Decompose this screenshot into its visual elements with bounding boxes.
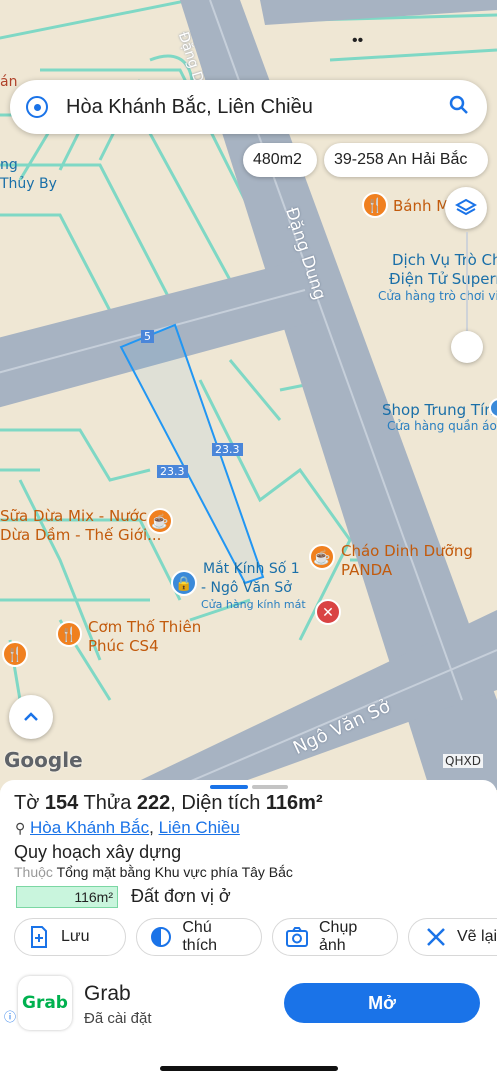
grab-logo: Grab — [18, 976, 72, 1030]
save-label: Lưu — [61, 928, 90, 945]
legend-button[interactable]: Chú thích — [136, 918, 262, 956]
chevron-up-icon — [24, 712, 38, 721]
restaurant-icon[interactable]: 🍴 — [56, 621, 82, 647]
poi-name[interactable]: PANDA — [341, 561, 392, 579]
poi-name[interactable]: Dịch Vụ Trò Chơ — [392, 251, 497, 269]
marker-icon[interactable]: ✕ — [315, 599, 341, 625]
poi-name[interactable]: Sữa Dừa Mix - Nước — [0, 507, 147, 525]
redraw-icon — [425, 925, 447, 949]
account-icon[interactable] — [26, 96, 48, 118]
cafe-icon[interactable]: ☕ — [309, 544, 335, 570]
ad-banner[interactable]: Grab ⓘ Grab Đã cài đặt Mở — [0, 966, 497, 1040]
camera-icon — [285, 925, 309, 949]
redraw-label: Vẽ lại — [457, 928, 497, 945]
zone-name: Đất đơn vị ở — [131, 886, 231, 906]
ad-subtitle: Đã cài đặt — [84, 1010, 152, 1027]
home-indicator[interactable] — [160, 1066, 338, 1071]
cafe-icon[interactable]: ☕ — [147, 508, 173, 534]
location-separator: , — [149, 818, 154, 837]
poi-name[interactable]: Shop Trung Tín — [382, 401, 494, 419]
contrast-icon — [149, 925, 172, 949]
poi-fragment: ng — [0, 157, 18, 173]
address-chip[interactable]: 39-258 An Hải Bắc — [324, 143, 488, 177]
google-logo: Google — [4, 748, 83, 772]
poi-name[interactable]: Phúc CS4 — [88, 637, 159, 655]
plan-belongs: Thuộc Tổng mặt bằng Khu vực phía Tây Bắc — [14, 864, 293, 880]
restaurant-icon[interactable]: 🍴 — [362, 192, 388, 218]
page-indicator — [210, 785, 248, 789]
plan-title: Quy hoạch xây dựng — [14, 842, 182, 862]
poi-name[interactable]: - Ngô Văn Sở — [201, 580, 292, 596]
poi-subtitle: Cửa hàng kính mát — [201, 598, 306, 611]
opacity-slider-track[interactable] — [466, 232, 468, 342]
expand-button[interactable] — [9, 695, 53, 739]
shopping-bag-icon[interactable]: 🔒 — [171, 570, 197, 596]
poi-fragment: án — [0, 74, 18, 90]
ad-title: Grab — [84, 982, 131, 1005]
layers-icon — [455, 198, 477, 216]
ad-info-icon[interactable]: ⓘ — [4, 1008, 16, 1025]
parcel-location: ⚲ Hòa Khánh Bắc, Liên Chiều — [15, 818, 240, 838]
home-bar-area — [0, 1040, 497, 1080]
location-link[interactable]: Hòa Khánh Bắc — [30, 818, 149, 837]
poi-fragment: Thủy By — [0, 176, 57, 192]
qhxd-label: QHXD — [443, 754, 483, 768]
screenshot-button[interactable]: Chụp ảnh — [272, 918, 398, 956]
parcel-title: Tờ 154 Thửa 222, Diện tích 116m² — [14, 792, 323, 814]
search-input[interactable]: Hòa Khánh Bắc, Liên Chiều — [66, 96, 449, 119]
poi-name[interactable]: Điện Tử Superne — [389, 270, 497, 288]
poi-subtitle: Cửa hàng quần áo — [387, 419, 497, 433]
layers-button[interactable] — [445, 187, 487, 229]
status-icons: •• — [352, 32, 364, 49]
poi-subtitle: Cửa hàng trò chơi vide — [378, 289, 497, 303]
parcel-edge-label: 23.3 — [157, 465, 188, 478]
search-icon[interactable] — [449, 95, 469, 120]
search-bar[interactable]: Hòa Khánh Bắc, Liên Chiều — [10, 80, 487, 134]
zone-area-badge: 116m² — [16, 886, 118, 908]
poi-name[interactable]: Cháo Dinh Dưỡng — [341, 542, 473, 560]
location-link[interactable]: Liên Chiều — [159, 818, 240, 837]
poi-name[interactable]: Dừa Dầm - Thế Giới... — [0, 526, 161, 544]
save-button[interactable]: Lưu — [14, 918, 126, 956]
parcel-edge-label: 5 — [141, 330, 154, 343]
parcel-edge-label: 23.3 — [212, 443, 243, 456]
opacity-slider-handle[interactable] — [451, 331, 483, 363]
location-pin-icon: ⚲ — [15, 820, 26, 836]
redraw-button[interactable]: Vẽ lại — [408, 918, 497, 956]
legend-label: Chú thích — [182, 919, 218, 954]
add-file-icon — [27, 925, 51, 949]
area-chip[interactable]: 480m2 — [243, 143, 317, 177]
poi-name[interactable]: Mắt Kính Số 1 — [203, 561, 300, 577]
poi-name[interactable]: Cơm Thố Thiên — [88, 618, 201, 636]
open-app-button[interactable]: Mở — [284, 983, 480, 1023]
screenshot-label: Chụp ảnh — [319, 919, 358, 954]
page-indicator — [252, 785, 288, 789]
restaurant-icon[interactable]: 🍴 — [2, 641, 28, 667]
